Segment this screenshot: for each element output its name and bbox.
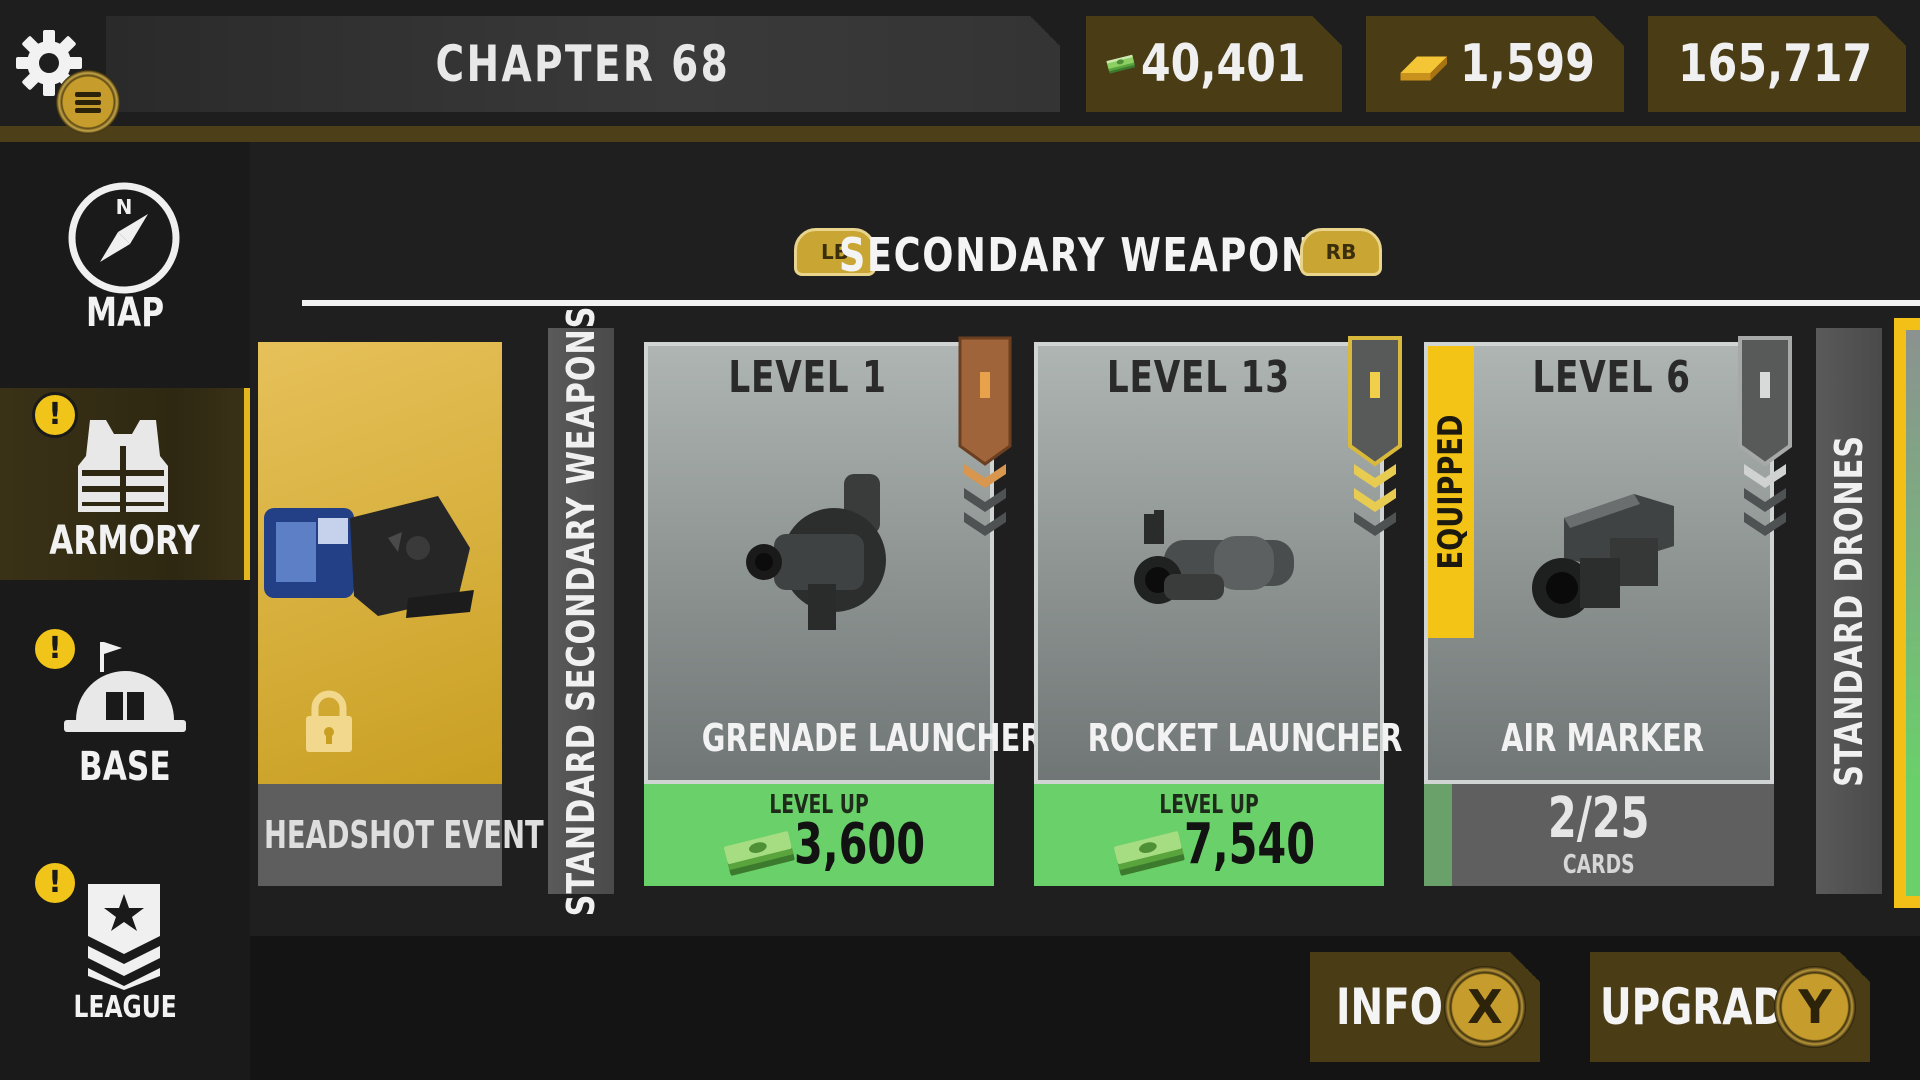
y-key-label: Y [1798, 980, 1832, 1034]
weapon-level: LEVEL 6 [1532, 352, 1692, 403]
cards-label: CARDS [1563, 850, 1635, 880]
sidebar-item-league[interactable]: LEAGUE ! [0, 856, 250, 1036]
section-title: SECONDARY WEAPONS [838, 228, 1342, 282]
x-key-label: X [1467, 980, 1503, 1034]
weapon-name: GRENADE LAUNCHER [701, 716, 1043, 760]
rank-badge-icon [958, 336, 1012, 536]
parts-value: 165,717 [1678, 34, 1873, 94]
sidebar-item-map[interactable]: N MAP [0, 170, 250, 370]
cash-counter[interactable]: 40,401 [1086, 16, 1342, 112]
rank-chevron-star-icon [88, 884, 160, 990]
level-up-cost: 3,600 [794, 812, 926, 877]
bunker-icon [64, 642, 186, 732]
top-bar-divider [0, 126, 1920, 142]
tab-label: STANDARD DRONES [1827, 435, 1871, 787]
sidebar-item-label: ARMORY [49, 518, 201, 564]
equipped-badge: EQUIPPED [1428, 346, 1474, 638]
weapon-name: AIR MARKER [1501, 716, 1705, 760]
info-button[interactable]: INFO X [1310, 952, 1540, 1062]
tab-label: STANDARD SECONDARY WEAPONS [559, 305, 603, 917]
weapon-name: ROCKET LAUNCHER [1087, 716, 1403, 760]
next-item-card-face [1906, 330, 1920, 896]
vest-icon [78, 420, 168, 512]
weapon-image [746, 474, 886, 630]
locked-item-card[interactable] [258, 342, 502, 784]
sidebar-item-base[interactable]: BASE ! [0, 620, 250, 810]
chapter-panel: CHAPTER 68 [106, 16, 1060, 112]
weapon-image [1134, 510, 1294, 604]
gold-value: 1,599 [1459, 34, 1595, 94]
weapon-card-rocket-launcher[interactable]: LEVEL 13 ROCKET LAUNCHER LEVEL UP 7,540 [1034, 336, 1402, 886]
alert-badge: ! [32, 626, 78, 672]
x-key-badge: X [1444, 966, 1526, 1048]
rank-badge-icon [1348, 336, 1402, 536]
svg-text:N: N [116, 195, 133, 219]
y-key-badge: Y [1774, 966, 1856, 1048]
weapon-image [264, 496, 474, 618]
card-face: LEVEL 6 AIR MARKER EQUIPPED [1424, 342, 1774, 784]
tab-standard-drones[interactable]: STANDARD DRONES [1816, 328, 1882, 894]
parts-counter[interactable]: 165,717 [1648, 16, 1906, 112]
weapon-level: LEVEL 1 [728, 352, 888, 403]
unlock-event-label: HEADSHOT EVENT [264, 813, 544, 857]
gold-counter[interactable]: 1,599 [1366, 16, 1624, 112]
sidebar-item-label: MAP [85, 290, 165, 336]
weapon-card-air-marker[interactable]: LEVEL 6 AIR MARKER EQUIPPED 2/25 CARDS [1424, 336, 1792, 886]
alert-badge: ! [32, 860, 78, 906]
weapon-card-grenade-launcher[interactable]: LEVEL 1 GRENADE LAUNCHER LEVEL UP 3,600 [644, 336, 1043, 886]
chapter-title: CHAPTER 68 [435, 35, 731, 93]
level-up-cost: 7,540 [1184, 812, 1316, 877]
header-divider [302, 300, 1920, 306]
locked-item-footer: HEADSHOT EVENT [258, 784, 544, 886]
sidebar-item-label: LEAGUE [73, 990, 177, 1025]
next-category-button[interactable]: RB [1300, 228, 1382, 276]
card-face: LEVEL 1 GRENADE LAUNCHER [644, 342, 1043, 784]
info-label: INFO [1336, 978, 1443, 1036]
cash-icon [724, 831, 795, 876]
sidebar-item-armory[interactable]: ARMORY ! [0, 388, 250, 580]
sidebar-item-label: BASE [79, 744, 171, 790]
cash-icon [1106, 54, 1136, 74]
rb-key-label: RB [1325, 240, 1357, 264]
upgrade-button[interactable]: UPGRADE Y [1590, 952, 1870, 1062]
card-progress: 2/25 CARDS [1424, 784, 1774, 886]
tab-standard-secondary-weapons[interactable]: STANDARD SECONDARY WEAPONS [548, 306, 614, 916]
level-up-button[interactable]: LEVEL UP 3,600 [644, 784, 994, 886]
equipped-label: EQUIPPED [1431, 414, 1471, 570]
weapon-level: LEVEL 13 [1106, 352, 1290, 403]
level-up-button[interactable]: LEVEL UP 7,540 [1034, 784, 1384, 886]
menu-button[interactable] [56, 70, 120, 134]
card-face: LEVEL 13 ROCKET LAUNCHER [1034, 342, 1402, 784]
weapon-image [1532, 494, 1674, 618]
gold-bar-icon [1400, 56, 1448, 81]
cash-icon [1114, 831, 1185, 876]
rank-badge-icon [1738, 336, 1792, 536]
lock-icon [306, 690, 352, 752]
alert-badge: ! [32, 392, 78, 438]
cash-value: 40,401 [1141, 34, 1306, 94]
compass-icon: N [68, 182, 180, 294]
card-count: 2/25 [1548, 786, 1650, 851]
